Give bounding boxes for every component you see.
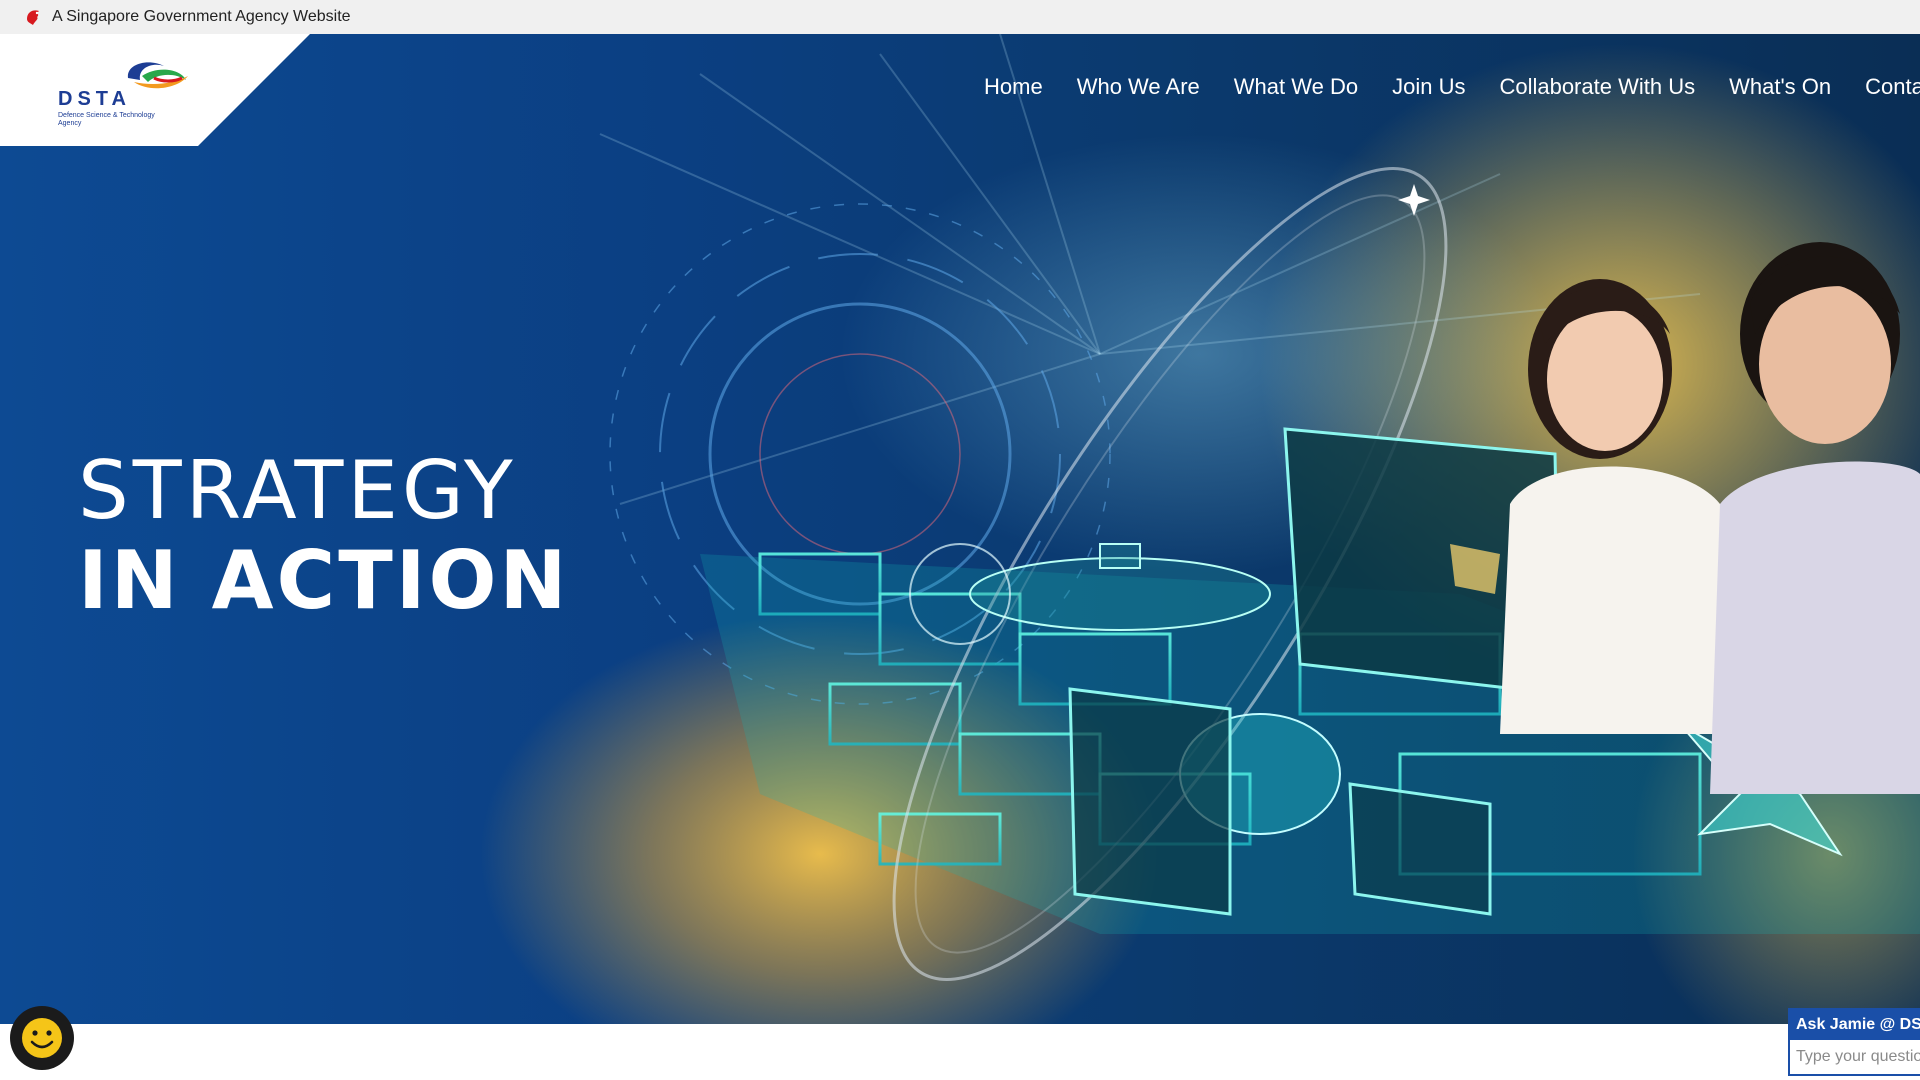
nav-whats-on[interactable]: What's On [1729,74,1831,100]
hero-headline: STRATEGY IN ACTION [78,446,570,626]
page-content-start [0,1024,1920,1080]
nav-collaborate-with-us[interactable]: Collaborate With Us [1499,74,1695,100]
masthead-text[interactable]: A Singapore Government Agency Website [52,8,351,26]
government-masthead: A Singapore Government Agency Website [0,0,1920,34]
dsta-logo[interactable]: DSTA Defence Science & Technology Agency [56,56,196,136]
chat-question-input[interactable] [1790,1040,1920,1074]
lion-head-icon [27,10,39,25]
headline-line-2: IN ACTION [78,534,570,627]
nav-what-we-do[interactable]: What We Do [1234,74,1358,100]
logo-plate: DSTA Defence Science & Technology Agency [0,34,310,146]
logo-subtitle: Defence Science & Technology Agency [58,112,155,127]
headline-line-1: STRATEGY [78,444,517,537]
ask-jamie-chat-widget[interactable]: Ask Jamie @ DSTA [1788,1008,1920,1076]
main-navigation: Home Who We Are What We Do Join Us Colla… [984,74,1920,100]
smiley-face-icon [22,1018,62,1058]
nav-home[interactable]: Home [984,74,1043,100]
feedback-button[interactable] [10,1006,74,1070]
nav-contact-us[interactable]: Contact Us [1865,74,1920,100]
chat-title[interactable]: Ask Jamie @ DSTA [1790,1010,1920,1040]
logo-wordmark: DSTA [58,88,131,110]
nav-who-we-are[interactable]: Who We Are [1077,74,1200,100]
nav-join-us[interactable]: Join Us [1392,74,1465,100]
